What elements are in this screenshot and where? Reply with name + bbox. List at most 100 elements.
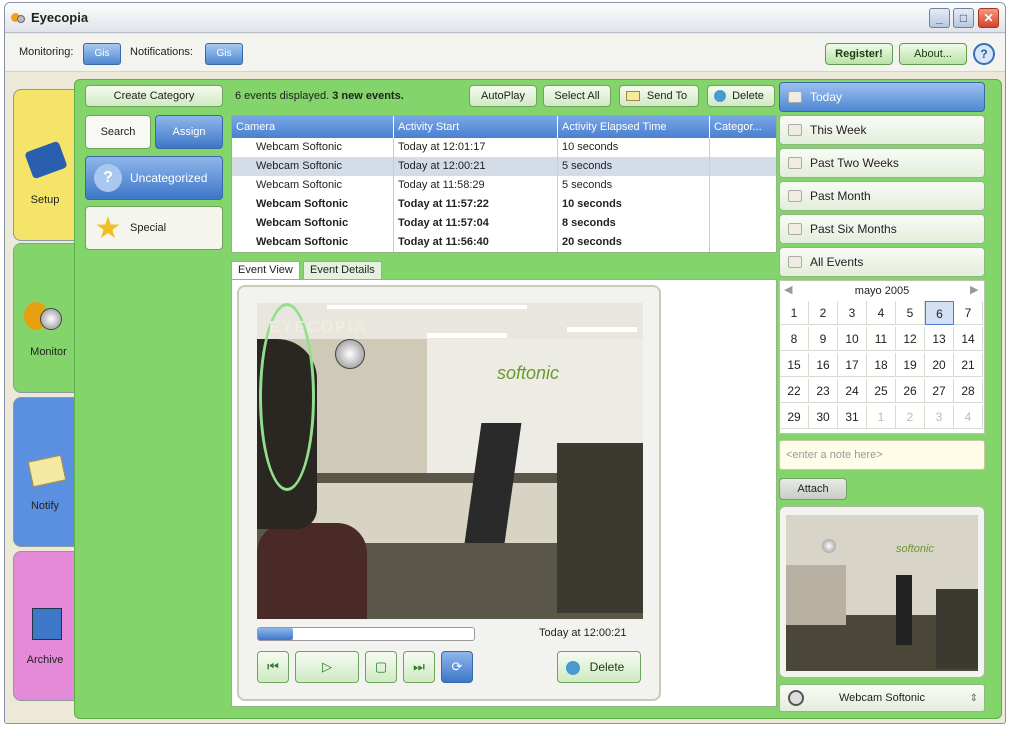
calendar-day[interactable]: 5 xyxy=(896,301,925,325)
calendar-day[interactable]: 19 xyxy=(896,353,925,377)
calendar-day[interactable]: 27 xyxy=(925,379,954,403)
table-row[interactable]: Webcam Softonic Today at 11:58:29 5 second… xyxy=(232,176,776,195)
tab-event-details[interactable]: Event Details xyxy=(303,261,382,279)
column-activity-start[interactable]: Activity Start xyxy=(394,116,558,138)
calendar-day[interactable]: 10 xyxy=(838,327,867,351)
table-row[interactable]: Webcam Softonic Today at 12:01:17 10 secon… xyxy=(232,138,776,157)
nav-tab-setup[interactable]: Setup xyxy=(13,89,77,241)
prev-month-arrow-icon[interactable]: ◀ xyxy=(784,283,792,296)
calendar-day[interactable]: 3 xyxy=(838,301,867,325)
calendar-day[interactable]: 13 xyxy=(925,327,954,351)
filter-all-events[interactable]: All Events xyxy=(779,247,985,277)
calendar-day[interactable]: 1 xyxy=(780,301,809,325)
column-elapsed-time[interactable]: Activity Elapsed Time xyxy=(558,116,710,138)
calendar-day[interactable]: 24 xyxy=(838,379,867,403)
category-uncategorized[interactable]: ? Uncategorized xyxy=(85,156,223,200)
next-month-arrow-icon[interactable]: ▶ xyxy=(970,283,978,296)
table-row[interactable]: Webcam Softonic Today at 11:57:22 10 secon… xyxy=(232,195,776,214)
maximize-button[interactable]: □ xyxy=(953,8,974,28)
calendar-day[interactable]: 22 xyxy=(780,379,809,403)
calendar-day[interactable]: 17 xyxy=(838,353,867,377)
camera-select[interactable]: Webcam Softonic ⇕ xyxy=(779,684,985,712)
column-category[interactable]: Categor... xyxy=(710,116,776,138)
skip-end-icon: ⏭ xyxy=(413,659,425,674)
calendar-day[interactable]: 21 xyxy=(954,353,983,377)
calendar-day[interactable]: 30 xyxy=(809,405,838,429)
calendar-day[interactable]: 20 xyxy=(925,353,954,377)
cell-elapsed: 10 seconds xyxy=(562,141,619,153)
help-button[interactable]: ? xyxy=(973,43,995,65)
delete-event-button[interactable]: Delete xyxy=(557,651,641,683)
minimize-button[interactable]: _ xyxy=(929,8,950,28)
assign-tab[interactable]: Assign xyxy=(155,115,223,149)
column-camera[interactable]: Camera xyxy=(232,116,394,138)
calendar-day[interactable]: 6 xyxy=(925,301,954,325)
calendar-day[interactable]: 1 xyxy=(867,405,896,429)
search-tab[interactable]: Search xyxy=(85,115,151,149)
note-input[interactable]: <enter a note here> xyxy=(779,440,985,470)
eye-logo-icon xyxy=(335,339,365,369)
calendar-day[interactable]: 26 xyxy=(896,379,925,403)
calendar-day[interactable]: 7 xyxy=(954,301,983,325)
nav-tab-archive[interactable]: Archive xyxy=(13,551,77,701)
calendar-day[interactable]: 3 xyxy=(925,405,954,429)
skip-start-button[interactable]: ⏮ xyxy=(257,651,289,683)
filter-this-week[interactable]: This Week xyxy=(779,115,985,145)
create-category-button[interactable]: Create Category xyxy=(85,85,223,107)
stop-button[interactable]: ▢ xyxy=(365,651,397,683)
preview-sign: softonic xyxy=(896,543,934,555)
skip-end-button[interactable]: ⏭ xyxy=(403,651,435,683)
close-button[interactable]: ✕ xyxy=(978,8,999,28)
monitoring-toggle[interactable]: Gis xyxy=(83,43,121,65)
loop-button[interactable]: ⟳ xyxy=(441,651,473,683)
calendar-day[interactable]: 4 xyxy=(867,301,896,325)
calendar-day[interactable]: 18 xyxy=(867,353,896,377)
select-spinner-icon: ⇕ xyxy=(969,693,978,704)
calendar-day[interactable]: 31 xyxy=(838,405,867,429)
autoplay-button[interactable]: AutoPlay xyxy=(469,85,537,107)
events-table: Camera Activity Start Activity Elapsed T… xyxy=(231,115,777,253)
calendar-day[interactable]: 23 xyxy=(809,379,838,403)
filter-past-two-weeks[interactable]: Past Two Weeks xyxy=(779,148,985,178)
nav-tab-monitor[interactable]: Monitor xyxy=(13,243,83,393)
filter-today[interactable]: Today xyxy=(779,82,985,112)
camera-select-value: Webcam Softonic xyxy=(838,692,925,704)
calendar-day[interactable]: 2 xyxy=(809,301,838,325)
filter-past-six-months[interactable]: Past Six Months xyxy=(779,214,985,244)
filter-past-month[interactable]: Past Month xyxy=(779,181,985,211)
filter-label: Today xyxy=(810,90,843,104)
top-toolbar: Monitoring: Gis Notifications: Gis Regis… xyxy=(5,34,1005,72)
calendar-day[interactable]: 2 xyxy=(896,405,925,429)
calendar-day[interactable]: 28 xyxy=(954,379,983,403)
calendar-day[interactable]: 11 xyxy=(867,327,896,351)
calendar-page-icon xyxy=(788,124,802,136)
tab-event-view[interactable]: Event View xyxy=(231,261,300,279)
calendar-day[interactable]: 8 xyxy=(780,327,809,351)
category-special[interactable]: ★ Special xyxy=(85,206,223,250)
play-button[interactable]: ▷ xyxy=(295,651,359,683)
calendar-day[interactable]: 14 xyxy=(954,327,983,351)
send-to-button[interactable]: Send To xyxy=(619,85,699,107)
calendar-day[interactable]: 16 xyxy=(809,353,838,377)
nav-tab-notify[interactable]: Notify xyxy=(13,397,77,547)
calendar-day[interactable]: 29 xyxy=(780,405,809,429)
about-button[interactable]: About... xyxy=(899,43,967,65)
calendar-day[interactable]: 15 xyxy=(780,353,809,377)
select-all-button[interactable]: Select All xyxy=(543,85,611,107)
table-row[interactable]: Webcam Softonic Today at 11:57:04 8 second… xyxy=(232,214,776,233)
delete-events-button[interactable]: Delete xyxy=(707,85,775,107)
calendar-day[interactable]: 9 xyxy=(809,327,838,351)
nav-tab-label: Notify xyxy=(30,500,60,512)
notifications-toggle[interactable]: Gis xyxy=(205,43,243,65)
register-button[interactable]: Register! xyxy=(825,43,893,65)
table-row[interactable]: Webcam Softonic Today at 12:00:21 5 second… xyxy=(232,157,776,176)
calendar-day[interactable]: 4 xyxy=(954,405,983,429)
question-icon: ? xyxy=(94,164,122,192)
playback-progress[interactable] xyxy=(257,627,475,641)
table-row[interactable]: Webcam Softonic Today at 11:56:40 20 secon… xyxy=(232,233,776,252)
cell-start: Today at 11:58:29 xyxy=(398,179,485,191)
delete-icon xyxy=(566,661,580,675)
attach-button[interactable]: Attach xyxy=(779,478,847,500)
calendar-day[interactable]: 25 xyxy=(867,379,896,403)
calendar-day[interactable]: 12 xyxy=(896,327,925,351)
